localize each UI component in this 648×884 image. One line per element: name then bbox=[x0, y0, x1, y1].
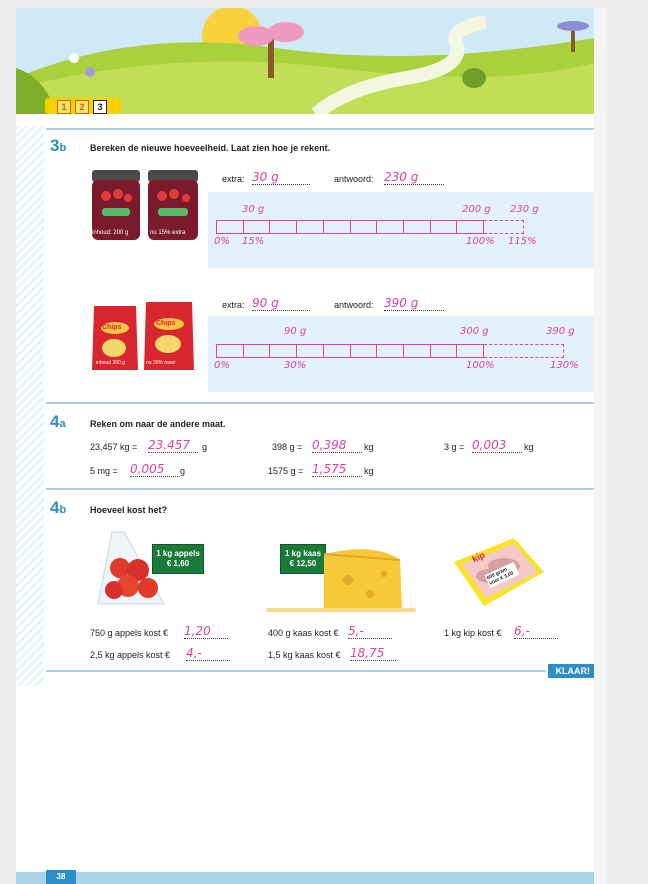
bar-top-label: 90 g bbox=[284, 326, 307, 337]
conversion-unit: kg bbox=[364, 466, 374, 476]
price-question: 2,5 kg appels kost € bbox=[90, 650, 171, 660]
bar-top-label: 390 g bbox=[546, 326, 575, 337]
bar-bottom-label: 130% bbox=[550, 360, 579, 371]
price-question: 400 g kaas kost € bbox=[268, 628, 339, 638]
chips-brand: Chips bbox=[102, 324, 122, 331]
section-divider bbox=[46, 402, 594, 404]
bar-bottom-label: 100% bbox=[466, 236, 495, 247]
workbook-page: 1 2 3 3b Bereken de nieuwe hoeveelheid. … bbox=[16, 8, 594, 884]
chips-answer[interactable]: 390 g bbox=[384, 296, 444, 311]
bar-bottom-label: 115% bbox=[508, 236, 537, 247]
section-title-3b: Bereken de nieuwe hoeveelheid. Laat zien… bbox=[90, 143, 331, 153]
conversion-question: 23,457 kg = bbox=[90, 442, 138, 452]
section-divider bbox=[46, 488, 594, 490]
bar-top-label: 230 g bbox=[510, 204, 539, 215]
jar2-label: nu 15% extra bbox=[150, 230, 186, 236]
conversion-question: 1575 g = bbox=[268, 466, 304, 476]
bar-bottom-label: 15% bbox=[242, 236, 265, 247]
price-answer[interactable]: 6,- bbox=[514, 624, 558, 639]
answer-label: antwoord: bbox=[334, 300, 374, 310]
section-divider bbox=[46, 670, 546, 672]
jam-answer[interactable]: 230 g bbox=[384, 170, 444, 185]
done-badge: KLAAR! bbox=[547, 664, 594, 678]
conversion-answer[interactable]: 0,005 bbox=[130, 462, 180, 477]
conversion-question: 3 g = bbox=[444, 442, 465, 452]
conversion-answer[interactable]: 1,575 bbox=[312, 462, 362, 477]
chips-extra-answer[interactable]: 90 g bbox=[252, 296, 310, 311]
conversion-answer[interactable]: 0,398 bbox=[312, 438, 362, 453]
conversion-unit: kg bbox=[524, 442, 534, 452]
conversion-unit: kg bbox=[364, 442, 374, 452]
page-edge bbox=[594, 8, 606, 884]
price-answer[interactable]: 18,75 bbox=[350, 646, 396, 661]
percentage-bar bbox=[216, 220, 484, 234]
section-title-4a: Reken om naar de andere maat. bbox=[90, 419, 226, 429]
extra-label: extra: bbox=[222, 174, 245, 184]
jar1-label: inhoud: 200 g bbox=[92, 230, 129, 236]
answer-label: antwoord: bbox=[334, 174, 374, 184]
bar-bottom-label: 100% bbox=[466, 360, 495, 371]
conversion-answer[interactable]: 23.457 bbox=[148, 438, 198, 453]
price-question: 1 kg kip kost € bbox=[444, 628, 502, 638]
section-title-4b: Hoeveel kost het? bbox=[90, 505, 168, 515]
percentage-bar bbox=[216, 344, 484, 358]
percentage-bar-extension bbox=[484, 344, 564, 358]
level-1: 1 bbox=[57, 100, 71, 114]
bar-top-label: 300 g bbox=[460, 326, 489, 337]
level-indicator: 1 2 3 bbox=[45, 98, 121, 114]
bag1-label: inhoud 300 g bbox=[96, 360, 125, 366]
bar-top-label: 200 g bbox=[462, 204, 491, 215]
price-sign-apples: 1 kg appels € 1,60 bbox=[152, 544, 204, 574]
bar-bottom-label: 0% bbox=[214, 236, 230, 247]
section-number-4a: 4a bbox=[50, 412, 66, 431]
jam-extra-answer[interactable]: 30 g bbox=[252, 170, 310, 185]
level-3: 3 bbox=[93, 100, 107, 114]
margin-hatch bbox=[16, 126, 44, 686]
section-number-4b: 4b bbox=[50, 498, 67, 517]
footer-bar bbox=[16, 872, 594, 884]
price-question: 1,5 kg kaas kost € bbox=[268, 650, 341, 660]
conversion-question: 5 mg = bbox=[90, 466, 118, 476]
bag2-label: nu 30% meer bbox=[146, 360, 176, 366]
bar-bottom-label: 0% bbox=[214, 360, 230, 371]
extra-label: extra: bbox=[222, 300, 245, 310]
level-2: 2 bbox=[75, 100, 89, 114]
price-answer[interactable]: 1,20 bbox=[184, 624, 228, 639]
conversion-answer[interactable]: 0,003 bbox=[472, 438, 522, 453]
conversion-unit: g bbox=[180, 466, 186, 476]
conversion-unit: g bbox=[202, 442, 208, 452]
price-question: 750 g appels kost € bbox=[90, 628, 169, 638]
chips-brand: Chips bbox=[156, 320, 176, 327]
section-number-3b: 3b bbox=[50, 136, 67, 155]
page-number: 38 bbox=[46, 870, 76, 884]
percentage-bar-extension bbox=[484, 220, 524, 234]
price-answer[interactable]: 4,- bbox=[186, 646, 230, 661]
bar-bottom-label: 30% bbox=[284, 360, 307, 371]
price-answer[interactable]: 5,- bbox=[348, 624, 392, 639]
section-divider bbox=[46, 128, 594, 130]
bar-top-label: 30 g bbox=[242, 204, 265, 215]
conversion-question: 398 g = bbox=[272, 442, 303, 452]
cheese-image bbox=[266, 549, 416, 612]
